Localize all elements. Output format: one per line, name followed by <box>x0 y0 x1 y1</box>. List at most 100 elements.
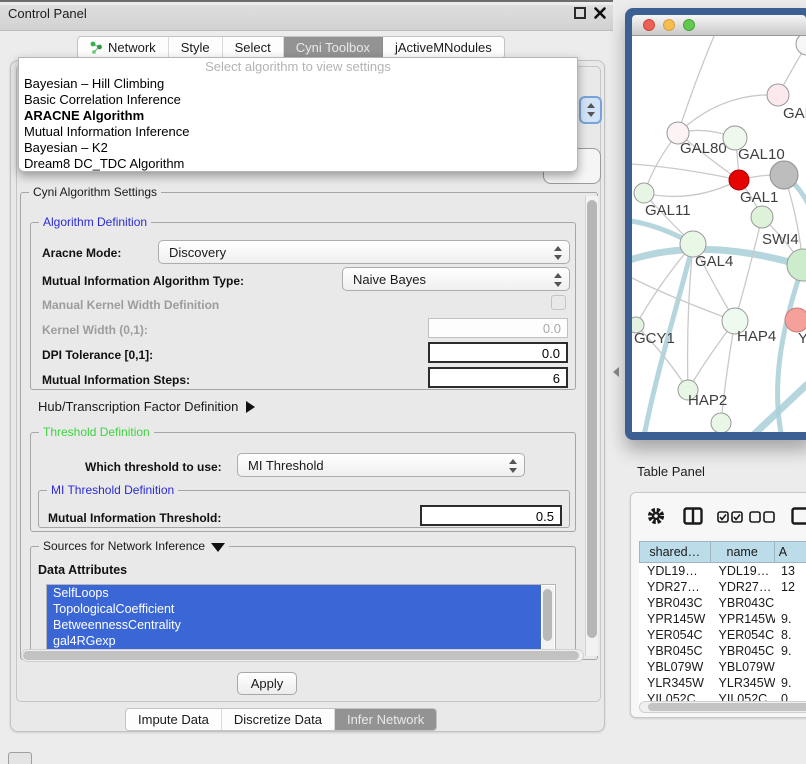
algorithm-option-mutual-information-inference[interactable]: Mutual Information Inference <box>19 124 577 140</box>
apply-button[interactable]: Apply <box>237 672 297 695</box>
tab-label: jActiveMNodules <box>395 40 492 55</box>
network-edge[interactable] <box>632 164 739 180</box>
aracne-mode-value: Discovery <box>169 245 226 260</box>
sources-title: Sources for Network Inference <box>43 539 205 553</box>
minimized-panel-stub[interactable] <box>8 752 32 764</box>
settings-scrollbar-thumb[interactable] <box>587 200 597 638</box>
table-row[interactable]: YPR145WYPR145W9. <box>639 611 806 627</box>
table-cell: YDR27… <box>639 579 711 595</box>
column-header-shared[interactable]: shared… <box>639 541 711 563</box>
network-node-gal-top[interactable] <box>767 84 789 106</box>
tab-network[interactable]: Network <box>78 37 169 58</box>
kernel-width-field[interactable]: 0.0 <box>428 318 568 338</box>
aracne-mode-select[interactable]: Discovery <box>158 240 570 264</box>
spinner-arrows-icon <box>509 458 517 474</box>
tab-cyni-toolbox[interactable]: Cyni Toolbox <box>284 37 383 58</box>
algorithm-option-bayesian-k2[interactable]: Bayesian – K2 <box>19 140 577 156</box>
network-node-top-partial[interactable] <box>796 36 806 55</box>
bottom-tab-label: Discretize Data <box>234 712 322 727</box>
columns-icon[interactable] <box>683 507 703 525</box>
table-row[interactable]: YER054CYER054C8. <box>639 627 806 643</box>
attribute-item-gal4rgexp[interactable]: gal4RGexp <box>47 633 541 649</box>
tab-label: Style <box>181 40 210 55</box>
table-row[interactable]: YBR045CYBR045C9. <box>639 643 806 659</box>
network-node-label-gal10: GAL10 <box>738 146 785 163</box>
algorithm-option-bayesian-hill-climbing[interactable]: Bayesian – Hill Climbing <box>19 76 577 92</box>
network-node-label-gcy1: GCY1 <box>634 330 675 347</box>
dpi-tolerance-field[interactable]: 0.0 <box>428 342 568 363</box>
which-threshold-label: Which threshold to use: <box>85 460 222 474</box>
bottom-tab-discretize-data[interactable]: Discretize Data <box>222 709 335 730</box>
control-panel-title: Control Panel <box>8 6 87 21</box>
network-edge[interactable] <box>644 180 739 196</box>
which-threshold-select[interactable]: MI Threshold <box>237 453 525 477</box>
settings-hscrollbar-thumb[interactable] <box>23 651 579 660</box>
algorithm-option-dream8-dc-tdc-algorithm[interactable]: Dream8 DC_TDC Algorithm <box>19 156 577 172</box>
network-window-titlebar[interactable] <box>632 15 806 36</box>
threshold-definition-title: Threshold Definition <box>39 425 154 439</box>
data-attributes-list[interactable]: SelfLoopsTopologicalCoefficientBetweenne… <box>46 584 556 652</box>
algorithm-option-aracne-algorithm[interactable]: ARACNE Algorithm <box>19 108 577 124</box>
cyni-algorithm-settings-title: Cyni Algorithm Settings <box>29 185 161 199</box>
chevron-right-icon <box>246 401 255 413</box>
close-traffic-light-icon[interactable] <box>643 19 655 31</box>
kernel-width-label: Kernel Width (0,1): <box>42 323 148 337</box>
table-cell: YLR345W <box>711 675 775 691</box>
zoom-traffic-light-icon[interactable] <box>683 19 695 31</box>
network-node-swi4[interactable] <box>787 249 806 281</box>
network-node-gal1[interactable] <box>729 170 749 190</box>
network-node-gray-node[interactable] <box>770 161 798 189</box>
mi-steps-field[interactable]: 6 <box>428 367 568 388</box>
bottom-tab-impute-data[interactable]: Impute Data <box>126 709 222 730</box>
algorithm-option-basic-correlation-inference[interactable]: Basic Correlation Inference <box>19 92 577 108</box>
table-cell: YDR27… <box>711 579 775 595</box>
close-icon[interactable] <box>593 6 607 20</box>
network-node-label-pink-y: Y <box>798 330 806 347</box>
manual-kernel-checkbox[interactable] <box>551 295 566 310</box>
tab-style[interactable]: Style <box>169 37 223 58</box>
tab-select[interactable]: Select <box>223 37 284 58</box>
network-node-pink-y[interactable] <box>785 308 806 332</box>
table-row[interactable]: YLR345WYLR345W9. <box>639 675 806 691</box>
gear-icon[interactable] <box>647 507 665 525</box>
network-edge[interactable] <box>678 95 778 133</box>
mi-threshold-field[interactable]: 0.5 <box>420 505 562 526</box>
table-row[interactable]: YBL079WYBL079W <box>639 659 806 675</box>
network-canvas[interactable]: GALGAL80GAL10GAL1GAL11GAL4SWI4GCY1HAP4YH… <box>632 36 806 432</box>
table-cell <box>775 659 806 675</box>
table-hscrollbar-thumb[interactable] <box>648 703 806 711</box>
focused-spinner-fragment[interactable] <box>579 96 602 124</box>
bottom-tab-infer-network[interactable]: Infer Network <box>335 709 436 730</box>
sources-toggle[interactable]: Sources for Network Inference <box>39 539 229 553</box>
table-row[interactable]: YBR043CYBR043C <box>639 595 806 611</box>
table-row[interactable]: YDL19…YDL19…13 <box>639 563 806 579</box>
table-row[interactable]: YDR27…YDR27…12 <box>639 579 806 595</box>
mi-algorithm-type-select[interactable]: Naive Bayes <box>342 267 570 291</box>
dpi-tolerance-label: DPI Tolerance [0,1]: <box>42 348 153 362</box>
attribute-item-betweennesscentrality[interactable]: BetweennessCentrality <box>47 617 541 633</box>
network-edge[interactable] <box>735 217 762 321</box>
network-node-gal11[interactable] <box>634 183 654 203</box>
minimize-traffic-light-icon[interactable] <box>663 19 675 31</box>
column-header-name[interactable]: name <box>711 541 775 563</box>
table-cell: YBR043C <box>639 595 711 611</box>
table-panel-title: Table Panel <box>637 464 705 479</box>
tab-jactivemnodules[interactable]: jActiveMNodules <box>383 37 504 58</box>
spinner-arrows-icon <box>554 272 562 288</box>
attribute-item-selfloops[interactable]: SelfLoops <box>47 585 541 601</box>
spinner-arrows-icon <box>587 102 595 118</box>
select-all-checkboxes-icon[interactable] <box>717 511 743 523</box>
deselect-checkboxes-icon[interactable] <box>749 511 775 523</box>
table-cell: YBR043C <box>711 595 775 611</box>
attributes-scrollbar-thumb[interactable] <box>543 589 552 641</box>
panel-divider-collapse-icon[interactable] <box>613 367 619 377</box>
attribute-item-topologicalcoefficient[interactable]: TopologicalCoefficient <box>47 601 541 617</box>
column-header-a[interactable]: A <box>775 541 806 563</box>
network-node-green-mid[interactable] <box>751 206 773 228</box>
table-cell: YDL19… <box>711 563 775 579</box>
hub-section-toggle[interactable]: Hub/Transcription Factor Definition <box>38 399 255 414</box>
partial-toolbar-icon[interactable] <box>791 507 806 525</box>
network-node-bottom-partial[interactable] <box>711 413 731 432</box>
float-window-icon[interactable] <box>574 7 586 19</box>
table-cell: YPR145W <box>639 611 711 627</box>
